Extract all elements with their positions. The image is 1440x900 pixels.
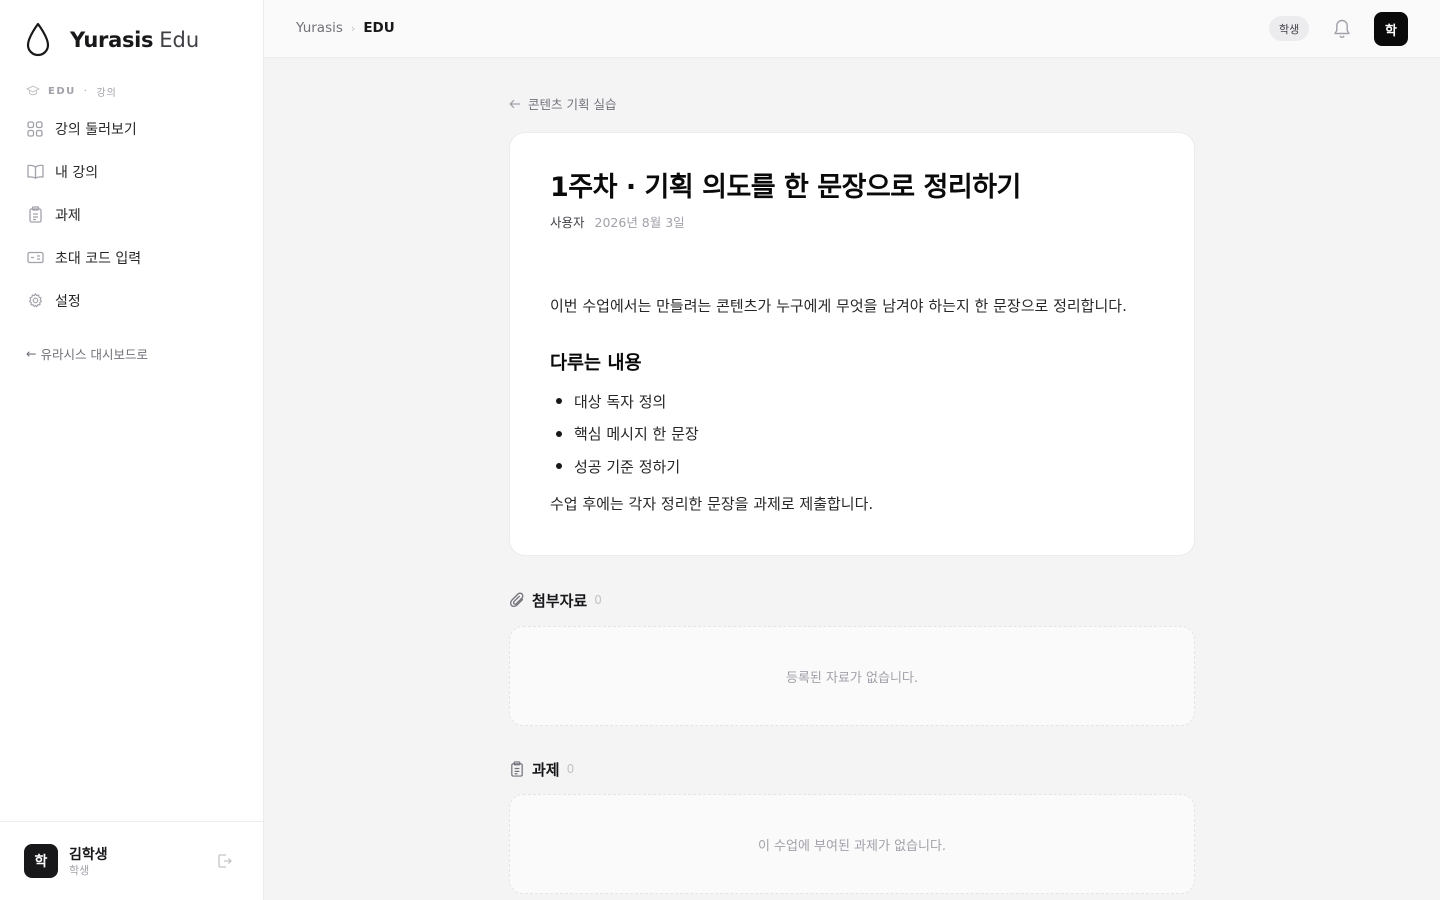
gear-icon [26, 292, 44, 310]
logout-icon[interactable] [217, 853, 233, 869]
attachments-count: 0 [594, 593, 602, 607]
role-badge: 학생 [1269, 16, 1310, 41]
back-to-dashboard-label: 유라시스 대시보드로 [40, 347, 148, 362]
back-to-course-link[interactable]: 콘텐츠 기획 실습 [509, 94, 616, 113]
bell-icon[interactable] [1332, 18, 1352, 40]
sidebar-section-label: EDU · 강의 [26, 84, 117, 99]
topbar: Yurasis › EDU 학생 학 [264, 0, 1440, 58]
breadcrumb-root[interactable]: Yurasis [296, 20, 343, 36]
user-name: 김학생 [69, 847, 108, 863]
list-item-text: 성공 기준 정하기 [574, 457, 681, 476]
breadcrumb-current: EDU [363, 20, 395, 36]
user-role: 학생 [69, 864, 90, 877]
assignments-count: 0 [566, 762, 575, 776]
sidebar-item-label: 초대 코드 입력 [55, 250, 142, 267]
lesson-bullet-list: 대상 독자 정의 핵심 메시지 한 문장 성공 기준 정하기 [550, 385, 699, 483]
ticket-icon [26, 249, 44, 267]
avatar[interactable]: 학 [24, 844, 58, 878]
clipboard-icon [26, 206, 44, 224]
sidebar-item-invite-code[interactable]: 초대 코드 입력 [14, 236, 250, 279]
back-to-course-label: 콘텐츠 기획 실습 [528, 97, 617, 112]
chevron-right-icon: › [350, 21, 356, 35]
bullet-icon [556, 430, 562, 437]
back-to-dashboard-link[interactable]: ← 유라시스 대시보드로 [26, 344, 148, 363]
sidebar: Yurasis Edu EDU · 강의 강의 둘러보기 내 강의 과제 초대 … [0, 0, 264, 900]
section-label-edu: EDU [48, 85, 76, 97]
droplet-icon [26, 22, 50, 57]
lesson-author: 사용자 [550, 215, 585, 230]
breadcrumb: Yurasis › EDU [296, 20, 395, 36]
lesson-meta: 사용자 2026년 8월 3일 [550, 212, 685, 231]
list-item-text: 핵심 메시지 한 문장 [574, 425, 699, 444]
grid-icon [26, 120, 44, 138]
attachments-empty-state: 등록된 자료가 없습니다. [509, 626, 1195, 726]
arrow-left-icon: ← [26, 346, 37, 361]
lesson-intro: 이번 수업에서는 만들려는 콘텐츠가 누구에게 무엇을 남겨야 하는지 한 문장… [550, 297, 1127, 315]
sidebar-item-label: 내 강의 [55, 164, 99, 181]
attachments-title: 첨부자료 [532, 591, 588, 610]
brand-sub: Edu [159, 28, 200, 52]
bullet-icon [556, 463, 562, 470]
clipboard-icon [511, 761, 523, 777]
lesson-title: 1주차 · 기획 의도를 한 문장으로 정리하기 [550, 172, 1021, 203]
assignments-empty-state: 이 수업에 부여된 과제가 없습니다. [509, 794, 1195, 894]
paperclip-icon [510, 592, 524, 607]
sidebar-item-browse[interactable]: 강의 둘러보기 [14, 107, 250, 150]
sidebar-item-settings[interactable]: 설정 [14, 279, 250, 322]
arrow-left-icon [509, 99, 520, 108]
profile-avatar-button[interactable]: 학 [1374, 12, 1408, 46]
list-item: 대상 독자 정의 [550, 385, 699, 418]
assignments-header: 과제 0 [509, 757, 574, 781]
sidebar-nav: 강의 둘러보기 내 강의 과제 초대 코드 입력 설정 [14, 107, 250, 322]
brand-name: Yurasis [70, 28, 154, 52]
lesson-subheading: 다루는 내용 [550, 353, 642, 374]
book-icon [26, 163, 44, 181]
brand-logo[interactable]: Yurasis Edu [24, 20, 199, 60]
list-item: 성공 기준 정하기 [550, 450, 699, 483]
graduation-cap-icon [26, 85, 40, 96]
sidebar-item-label: 과제 [55, 207, 81, 224]
bullet-icon [556, 398, 562, 405]
lesson-date: 2026년 8월 3일 [594, 215, 685, 230]
section-separator: · [83, 85, 89, 97]
list-item-text: 대상 독자 정의 [574, 392, 667, 411]
sidebar-item-my-lectures[interactable]: 내 강의 [14, 150, 250, 193]
lesson-outro: 수업 후에는 각자 정리한 문장을 과제로 제출합니다. [550, 495, 874, 513]
list-item: 핵심 메시지 한 문장 [550, 418, 699, 451]
sidebar-item-assignments[interactable]: 과제 [14, 193, 250, 236]
sidebar-item-label: 강의 둘러보기 [55, 121, 137, 138]
sidebar-item-label: 설정 [55, 293, 81, 310]
assignments-title: 과제 [532, 760, 560, 779]
user-profile: 학 김학생 학생 [0, 821, 263, 900]
lesson-card: 1주차 · 기획 의도를 한 문장으로 정리하기 사용자 2026년 8월 3일… [509, 132, 1195, 556]
section-label-lecture: 강의 [96, 87, 117, 99]
attachments-header: 첨부자료 0 [509, 588, 602, 612]
